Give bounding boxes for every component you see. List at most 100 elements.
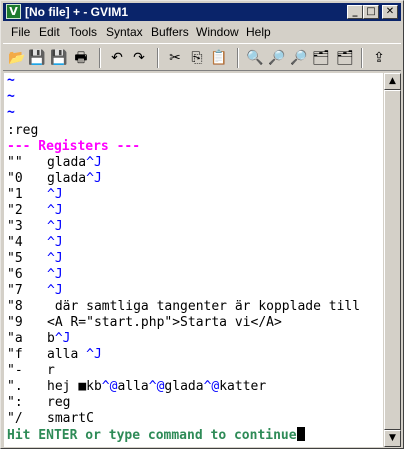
register-row: "9 <A R="start.php">Starta vi</A>	[7, 315, 282, 330]
scroll-down-arrow-icon[interactable]: ▼	[384, 430, 401, 447]
special-key-text: ^@	[148, 379, 165, 394]
register-name: ":	[7, 395, 23, 410]
tilde-line: ~	[7, 89, 15, 104]
register-name: "f	[7, 347, 23, 362]
tilde-line: ~	[7, 73, 15, 88]
window-title: [No file] + - GVIM1	[25, 5, 129, 19]
special-key-text: ^J	[86, 347, 102, 362]
redo-icon[interactable]: ↷	[129, 48, 149, 68]
editor-area[interactable]: ~ ~ ~ :reg --- Registers --- "" glada^J "0…	[4, 73, 383, 447]
register-content: alla	[117, 379, 149, 394]
register-content: alla	[47, 347, 87, 362]
menu-bar: File Edit Tools Syntax Buffers Window He…	[3, 22, 401, 42]
register-name: "6	[7, 267, 23, 282]
scroll-thumb[interactable]	[384, 90, 401, 430]
register-name: "-	[7, 363, 23, 378]
register-name: "/	[7, 411, 23, 426]
save-session-icon[interactable]: 🗂	[335, 48, 355, 68]
register-row: ": reg	[7, 395, 70, 410]
register-name: "1	[7, 187, 23, 202]
tilde-line: ~	[7, 105, 15, 120]
register-content: kb	[86, 379, 102, 394]
register-row: "3 ^J	[7, 219, 63, 234]
find-previous-icon[interactable]: 🔎	[289, 48, 309, 68]
register-row: "4 ^J	[7, 235, 63, 250]
special-key-text: ^J	[47, 187, 63, 202]
register-name: "0	[7, 171, 23, 186]
menu-edit[interactable]: Edit	[39, 25, 60, 39]
register-content: glada	[164, 379, 204, 394]
register-content: glada	[47, 155, 87, 170]
register-content: <A R="start.php">Starta vi</A>	[47, 315, 282, 330]
vim-logo-icon: V	[6, 4, 21, 19]
register-row: "f alla ^J	[7, 347, 102, 362]
print-icon[interactable]: 🖶	[71, 48, 91, 68]
registers-header: --- Registers ---	[7, 139, 141, 154]
register-name: ".	[7, 379, 23, 394]
register-name: ""	[7, 155, 23, 170]
gvim-window: V [No file] + - GVIM1 _ □ ✕ File Edit To…	[0, 0, 404, 449]
register-content: smartC	[47, 411, 94, 426]
register-row: "0 glada^J	[7, 171, 102, 186]
menu-file[interactable]: File	[11, 25, 30, 39]
register-row: "a b^J	[7, 331, 70, 346]
special-key-text: ^@	[101, 379, 118, 394]
register-row: "2 ^J	[7, 203, 63, 218]
register-row: "- r	[7, 363, 55, 378]
register-content: b	[47, 331, 55, 346]
find-replace-icon[interactable]: 🔍	[245, 48, 265, 68]
special-key-text: ^J	[47, 283, 63, 298]
register-name: "a	[7, 331, 23, 346]
register-row: "6 ^J	[7, 267, 63, 282]
menu-buffers[interactable]: Buffers	[151, 25, 189, 39]
menu-tools[interactable]: Tools	[69, 25, 97, 39]
menu-help[interactable]: Help	[246, 25, 271, 39]
toolbar: 📂 💾 💾 🖶 ↶ ↷ ✂ ⎘ 📋 🔍 🔎 🔎 🗂 🗂 ⇪	[3, 43, 401, 71]
save-all-icon[interactable]: 💾	[49, 48, 69, 68]
toolbar-separator	[361, 48, 363, 68]
register-row: "7 ^J	[7, 283, 63, 298]
register-row: ". hej ■kb^@alla^@glada^@katter	[7, 379, 266, 394]
scroll-up-arrow-icon[interactable]: ▲	[384, 73, 401, 90]
register-row: "" glada^J	[7, 155, 102, 170]
register-content: där samtliga tangenter är kopplade till	[47, 299, 361, 314]
register-name: "5	[7, 251, 23, 266]
register-name: "9	[7, 315, 23, 330]
toolbar-separator	[99, 48, 101, 68]
paste-icon[interactable]: 📋	[209, 48, 229, 68]
register-content: r	[47, 363, 55, 378]
register-content: katter	[219, 379, 267, 394]
register-content: ■	[78, 379, 87, 394]
register-row: "8 där samtliga tangenter är kopplade ti…	[7, 299, 360, 314]
run-script-icon[interactable]: ⇪	[369, 48, 389, 68]
register-name: "8	[7, 299, 23, 314]
toolbar-separator	[157, 48, 159, 68]
maximize-button[interactable]: □	[363, 5, 379, 19]
special-key-text: ^J	[47, 251, 63, 266]
load-session-icon[interactable]: 🗂	[311, 48, 331, 68]
special-key-text: ^J	[86, 155, 102, 170]
open-icon[interactable]: 📂	[7, 48, 27, 68]
register-name: "7	[7, 283, 23, 298]
toolbar-separator	[237, 48, 239, 68]
find-next-icon[interactable]: 🔎	[267, 48, 287, 68]
special-key-text: ^J	[54, 331, 71, 346]
cut-icon[interactable]: ✂	[165, 48, 185, 68]
vertical-scrollbar[interactable]: ▲ ▼	[384, 73, 401, 447]
special-key-text: ^J	[47, 267, 63, 282]
title-bar[interactable]: V [No file] + - GVIM1 _ □ ✕	[3, 3, 401, 21]
copy-icon[interactable]: ⎘	[187, 48, 207, 68]
more-prompt-line: Hit ENTER or type command to continue	[7, 427, 305, 443]
close-button[interactable]: ✕	[382, 5, 398, 19]
save-icon[interactable]: 💾	[27, 48, 47, 68]
register-name: "2	[7, 203, 23, 218]
special-key-text: ^J	[47, 235, 63, 250]
minimize-button[interactable]: _	[347, 5, 363, 19]
undo-icon[interactable]: ↶	[107, 48, 127, 68]
menu-syntax[interactable]: Syntax	[106, 25, 143, 39]
more-prompt: Hit ENTER or type command to continue	[7, 428, 297, 443]
menu-window[interactable]: Window	[196, 25, 239, 39]
special-key-text: ^@	[203, 379, 220, 394]
text-cursor	[296, 427, 305, 441]
command-line: :reg	[7, 123, 39, 138]
